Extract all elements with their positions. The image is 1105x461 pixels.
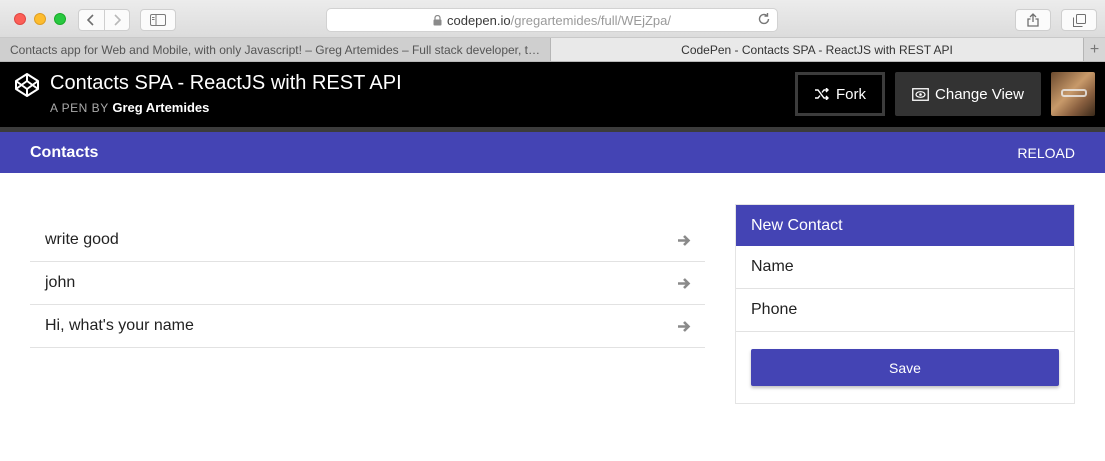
share-button[interactable]	[1015, 9, 1051, 31]
arrow-right-icon[interactable]	[677, 277, 691, 290]
lock-icon	[433, 14, 442, 25]
save-button[interactable]: Save	[751, 349, 1059, 386]
change-view-label: Change View	[935, 85, 1024, 103]
change-view-button[interactable]: Change View	[895, 72, 1041, 116]
pen-byline: A PEN BY Greg Artemides	[50, 100, 209, 115]
codepen-logo-icon[interactable]	[14, 72, 40, 98]
fork-icon	[815, 88, 829, 100]
fullscreen-window-button[interactable]	[54, 13, 66, 25]
browser-tab-bar: Contacts app for Web and Mobile, with on…	[0, 38, 1105, 62]
contact-name: Hi, what's your name	[45, 317, 194, 334]
phone-input[interactable]	[751, 301, 1051, 319]
phone-field-row	[736, 289, 1074, 332]
list-item[interactable]: Hi, what's your name	[30, 305, 705, 348]
arrow-right-icon[interactable]	[677, 234, 691, 247]
user-avatar[interactable]	[1051, 72, 1095, 116]
contact-name: write good	[45, 231, 119, 248]
history-nav	[78, 9, 130, 31]
avatar-photo	[1061, 89, 1087, 97]
list-item[interactable]: john	[30, 262, 705, 305]
sidebar-icon	[150, 14, 166, 26]
browser-tab-active[interactable]: CodePen - Contacts SPA - ReactJS with RE…	[551, 38, 1083, 61]
reload-button[interactable]: RELOAD	[1017, 145, 1075, 161]
page-reload-icon[interactable]	[757, 12, 771, 26]
tab-label: Contacts app for Web and Mobile, with on…	[9, 42, 541, 57]
contacts-list: write good john Hi, what's your name	[30, 219, 705, 348]
back-button[interactable]	[79, 10, 104, 30]
name-field-row	[736, 246, 1074, 289]
fork-label: Fork	[836, 85, 866, 103]
tab-overview-button[interactable]	[1061, 9, 1097, 31]
browser-tab[interactable]: Contacts app for Web and Mobile, with on…	[0, 38, 551, 61]
list-item[interactable]: write good	[30, 219, 705, 262]
new-contact-title: New Contact	[736, 205, 1074, 246]
minimize-window-button[interactable]	[34, 13, 46, 25]
chevron-left-icon	[87, 14, 94, 26]
new-tab-button[interactable]: +	[1083, 38, 1105, 61]
share-icon	[1027, 13, 1039, 27]
url-host: codepen.io	[446, 12, 511, 28]
tabs-icon	[1072, 13, 1086, 27]
fork-button[interactable]: Fork	[795, 72, 885, 116]
tab-label: CodePen - Contacts SPA - ReactJS with RE…	[681, 42, 953, 57]
new-contact-card: New Contact Save	[735, 204, 1075, 404]
byline-prefix: A PEN BY	[50, 101, 109, 115]
app-title: Contacts	[30, 144, 99, 161]
pen-title: Contacts SPA - ReactJS with REST API	[50, 72, 402, 94]
url-path: /gregartemides/full/WEjZpa/	[510, 12, 672, 28]
eye-icon	[912, 87, 929, 101]
codepen-header: Contacts SPA - ReactJS with REST API A P…	[0, 62, 1105, 127]
close-window-button[interactable]	[14, 13, 26, 25]
name-input[interactable]	[751, 258, 1051, 276]
browser-titlebar: codepen.io/gregartemides/full/WEjZpa/	[0, 0, 1105, 38]
plus-icon: +	[1089, 40, 1100, 58]
author-link[interactable]: Greg Artemides	[112, 100, 209, 115]
arrow-right-icon[interactable]	[677, 320, 691, 333]
forward-button[interactable]	[103, 10, 130, 30]
contact-name: john	[45, 274, 76, 291]
chevron-right-icon	[114, 14, 121, 26]
sidebar-toggle-button[interactable]	[140, 9, 176, 31]
app-bar: Contacts RELOAD	[0, 132, 1105, 173]
address-bar[interactable]: codepen.io/gregartemides/full/WEjZpa/	[326, 8, 778, 32]
